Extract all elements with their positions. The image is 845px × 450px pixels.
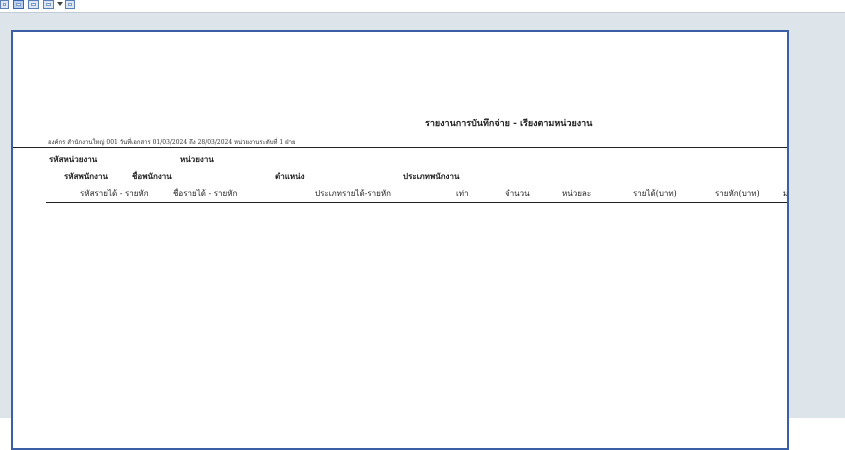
col-income-code: รหัสรายได้ - รายหัก (80, 189, 149, 198)
zoom-icon[interactable] (65, 0, 75, 9)
divider (46, 202, 787, 203)
report-page: รายงานการบันทึกจ่าย - เรียงตามหน่วยงาน อ… (11, 30, 789, 450)
fit-page-icon[interactable] (13, 0, 24, 9)
col-income-name: ชื่อรายได้ - รายหัก (173, 189, 238, 198)
emp-type-header: ประเภทพนักงาน (403, 171, 460, 181)
col-deduction-amount: รายหัก(บาท) (715, 189, 760, 198)
col-income-type: ประเภทรายได้-รายหัก (315, 189, 391, 198)
report-viewer[interactable]: รายงานการบันทึกจ่าย - เรียงตามหน่วยงาน อ… (0, 12, 845, 450)
report-toolbar (0, 0, 845, 12)
dept-code-header: รหัสหน่วยงาน (49, 154, 98, 164)
emp-code-header: รหัสพนักงาน (64, 171, 108, 181)
col-quantity: จำนวน (505, 189, 530, 198)
col-income-amount: รายได้(บาท) (633, 189, 677, 198)
col-truncated: ม (783, 189, 787, 198)
dept-name-header: หน่วยงาน (180, 154, 214, 164)
col-multiplier: เท่า (456, 189, 469, 198)
report-subtitle: องค์กร สำนักงานใหญ่ 001 วันที่เอกสาร 01/… (48, 139, 296, 146)
single-page-icon[interactable] (0, 0, 9, 9)
position-header: ตำแหน่ง (275, 171, 305, 181)
col-unit-price: หน่วยละ (562, 189, 592, 198)
emp-name-header: ชื่อพนักงาน (132, 171, 172, 181)
divider (13, 147, 787, 148)
chevron-down-icon[interactable] (57, 2, 63, 6)
report-title: รายงานการบันทึกจ่าย - เรียงตามหน่วยงาน (425, 119, 593, 129)
multi-page-icon[interactable] (43, 0, 54, 9)
fit-width-icon[interactable] (28, 0, 39, 9)
